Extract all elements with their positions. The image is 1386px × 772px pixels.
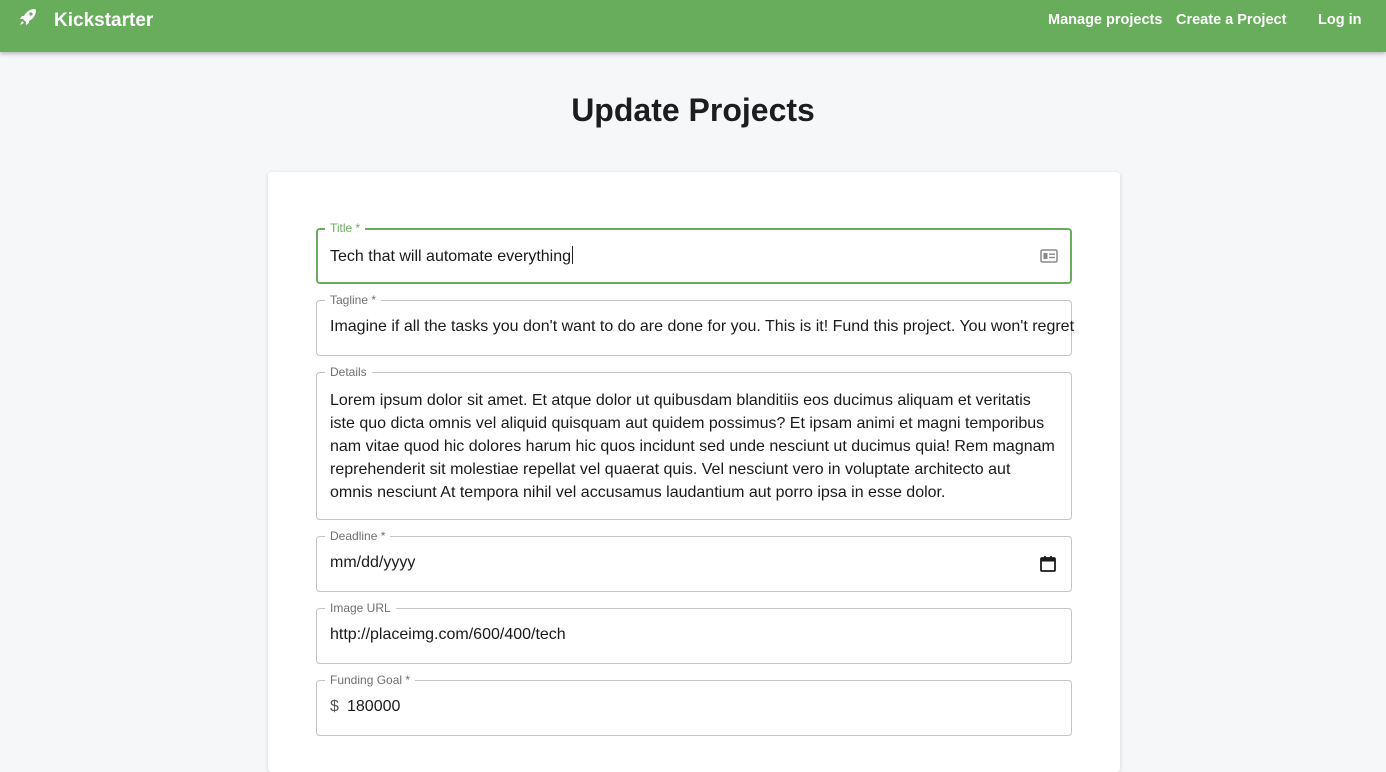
calendar-icon[interactable]: [1039, 555, 1057, 578]
funding-goal-label: Funding Goal *: [325, 672, 416, 688]
title-input[interactable]: Tech that will automate everything: [330, 248, 571, 265]
id-card-icon[interactable]: [1040, 248, 1058, 269]
funding-goal-input[interactable]: 180000: [347, 698, 400, 716]
top-navbar: Kickstarter Manage projects Create a Pro…: [0, 0, 1386, 52]
rocket-icon[interactable]: [18, 7, 38, 27]
nav-manage-projects[interactable]: Manage projects: [1048, 12, 1162, 28]
nav-log-in[interactable]: Log in: [1318, 12, 1362, 28]
details-label: Details: [325, 364, 372, 380]
details-field[interactable]: Details Lorem ipsum dolor sit amet. Et a…: [316, 364, 1072, 520]
text-caret: [572, 246, 574, 264]
deadline-input[interactable]: mm/dd/yyyy: [330, 554, 415, 572]
title-field[interactable]: Title * Tech that will automate everythi…: [316, 220, 1072, 284]
page-title: Update Projects: [571, 92, 815, 128]
brand-name[interactable]: Kickstarter: [54, 10, 153, 32]
tagline-label: Tagline *: [325, 292, 382, 308]
deadline-label: Deadline *: [325, 528, 391, 544]
tagline-input[interactable]: Imagine if all the tasks you don't want …: [330, 318, 1074, 336]
tagline-field[interactable]: Tagline * Imagine if all the tasks you d…: [316, 292, 1074, 356]
deadline-field[interactable]: Deadline * mm/dd/yyyy: [316, 528, 1072, 592]
details-textarea[interactable]: Lorem ipsum dolor sit amet. Et atque dol…: [330, 389, 1057, 504]
funding-goal-field[interactable]: Funding Goal * $ 180000: [316, 672, 1072, 736]
currency-prefix: $: [330, 698, 339, 715]
image-url-label: Image URL: [325, 600, 396, 616]
image-url-field[interactable]: Image URL http://placeimg.com/600/400/te…: [316, 600, 1072, 664]
title-label: Title *: [325, 220, 366, 236]
image-url-input[interactable]: http://placeimg.com/600/400/tech: [330, 626, 566, 644]
nav-create-project[interactable]: Create a Project: [1176, 12, 1286, 28]
